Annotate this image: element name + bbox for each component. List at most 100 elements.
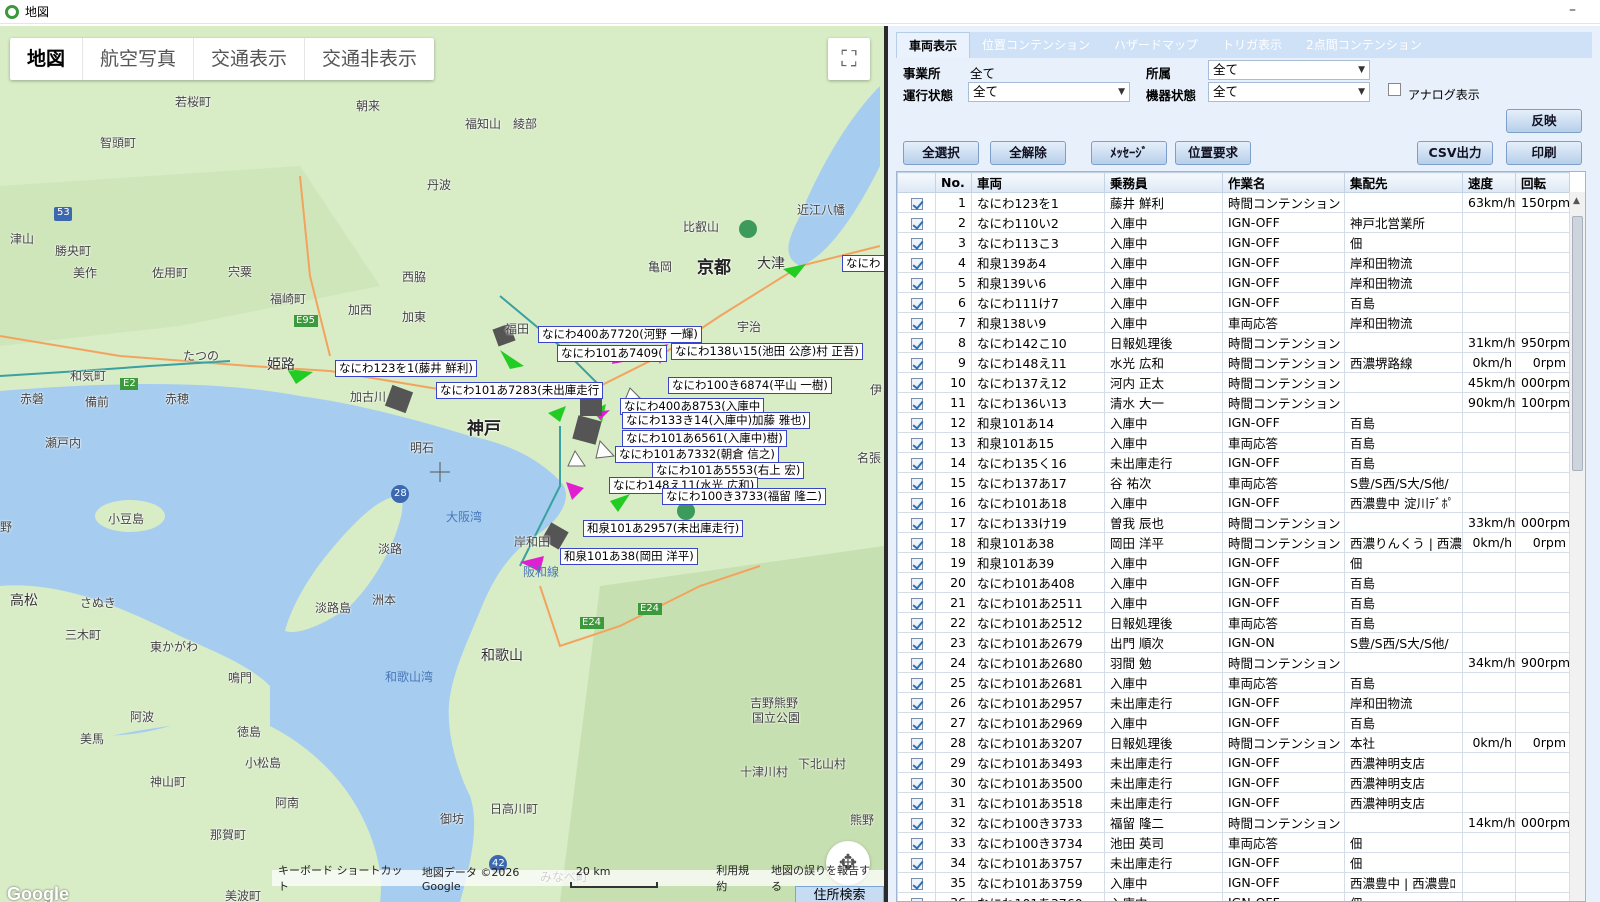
checkbox-icon[interactable] <box>910 597 923 610</box>
table-row[interactable]: 33 なにわ100き3734 池田 英司 車両応答佃 <box>897 832 1570 853</box>
keyboard-shortcut-link[interactable]: キーボード ショートカット <box>272 862 416 894</box>
checkbox-icon[interactable] <box>910 237 923 250</box>
checkbox-icon[interactable] <box>910 377 923 390</box>
row-checkbox-cell[interactable] <box>897 632 936 653</box>
tab-aerial[interactable]: 航空写真 <box>83 38 195 80</box>
row-checkbox-cell[interactable] <box>897 552 936 573</box>
checkbox-icon[interactable] <box>910 337 923 350</box>
checkbox-icon[interactable] <box>910 317 923 330</box>
row-checkbox-cell[interactable] <box>897 452 936 473</box>
tab-position-contention[interactable]: 位置コンテンション <box>970 32 1102 58</box>
analog-checkbox[interactable] <box>1388 83 1401 96</box>
terms-link[interactable]: 利用規約 <box>710 862 765 894</box>
row-checkbox-cell[interactable] <box>897 832 936 853</box>
checkbox-icon[interactable] <box>910 797 923 810</box>
table-row[interactable]: 13 和泉101あ15 入庫中 車両応答 百島 <box>897 432 1570 453</box>
row-checkbox-cell[interactable] <box>897 532 936 553</box>
row-checkbox-cell[interactable] <box>897 672 936 693</box>
row-checkbox-cell[interactable] <box>897 492 936 513</box>
grid-scrollbar[interactable]: ▲ <box>1569 192 1585 901</box>
table-row[interactable]: 31 なにわ101あ3518 未出庫走行 IGN-OFF 西濃神明支店 <box>897 792 1570 813</box>
tab-traffic-show[interactable]: 交通表示 <box>194 38 306 80</box>
row-checkbox-cell[interactable] <box>897 752 936 773</box>
vehicle-map-label[interactable]: なにわ101あ6561(入庫中)樹) <box>622 430 787 447</box>
table-row[interactable]: 17 なにわ133け19 曽我 辰也 時間コンテンション 33km/h 000rpm <box>897 512 1570 533</box>
row-checkbox-cell[interactable] <box>897 792 936 813</box>
row-checkbox-cell[interactable] <box>897 612 936 633</box>
row-checkbox-cell[interactable] <box>897 652 936 673</box>
vehicle-map-label[interactable]: なにわ <box>842 255 884 272</box>
table-row[interactable]: 22 なにわ101あ2512 日報処理後 車両応答 百島 <box>897 612 1570 633</box>
vehicle-map-label[interactable]: 和泉101あ38(岡田 洋平) <box>560 548 698 565</box>
checkbox-icon[interactable] <box>910 717 923 730</box>
table-row[interactable]: 2 なにわ110い2 入庫中 IGN-OFF 神戸北営業所 <box>897 212 1570 233</box>
col-destination[interactable]: 集配先 <box>1344 172 1463 193</box>
checkbox-icon[interactable] <box>910 477 923 490</box>
address-search-button[interactable]: 住所検索 <box>795 886 884 902</box>
checkbox-icon[interactable] <box>910 257 923 270</box>
select-all-button[interactable]: 全選択 <box>903 141 979 165</box>
checkbox-icon[interactable] <box>910 637 923 650</box>
table-row[interactable]: 16 なにわ101あ18 入庫中 IGN-OFF 西濃豊中 淀川ﾃﾞﾎﾟ <box>897 492 1570 513</box>
row-checkbox-cell[interactable] <box>897 472 936 493</box>
map-view[interactable]: 53 E95 E2 28 E24 E24 42 若桜町 朝来 智頭町 福知山 綾部 丹波津… <box>0 26 884 902</box>
position-request-button[interactable]: 位置要求 <box>1175 141 1251 165</box>
table-row[interactable]: 29 なにわ101あ3493 未出庫走行 IGN-OFF 西濃神明支店 <box>897 752 1570 773</box>
col-no[interactable]: No. <box>935 172 972 193</box>
table-row[interactable]: 11 なにわ136い13 清水 大一 時間コンテンション 90km/h 100rpm <box>897 392 1570 413</box>
checkbox-icon[interactable] <box>910 817 923 830</box>
table-row[interactable]: 5 和泉139い6 入庫中 IGN-OFF 岸和田物流 <box>897 272 1570 293</box>
row-checkbox-cell[interactable] <box>897 332 936 353</box>
checkbox-icon[interactable] <box>910 777 923 790</box>
table-row[interactable]: 26 なにわ101あ2957 未出庫走行 IGN-OFF 岸和田物流 <box>897 692 1570 713</box>
row-checkbox-cell[interactable] <box>897 712 936 733</box>
scroll-up-icon[interactable]: ▲ <box>1573 196 1580 206</box>
vehicle-map-label[interactable]: なにわ133き14(入庫中)加藤 雅也) <box>622 412 811 429</box>
checkbox-icon[interactable] <box>910 657 923 670</box>
col-check[interactable] <box>897 172 936 193</box>
reflect-button[interactable]: 反映 <box>1506 109 1582 133</box>
row-checkbox-cell[interactable] <box>897 212 936 233</box>
checkbox-icon[interactable] <box>910 557 923 570</box>
col-driver[interactable]: 乗務員 <box>1104 172 1223 193</box>
vehicle-map-label[interactable]: 和泉101あ2957(未出庫走行) <box>583 520 744 537</box>
table-row[interactable]: 7 和泉138い9 入庫中 車両応答 岸和田物流 <box>897 312 1570 333</box>
table-row[interactable]: 25 なにわ101あ2681 入庫中 車両応答 百島 <box>897 672 1570 693</box>
row-checkbox-cell[interactable] <box>897 272 936 293</box>
table-row[interactable]: 14 なにわ135く16 未出庫走行 IGN-OFF 百島 <box>897 452 1570 473</box>
table-row[interactable]: 27 なにわ101あ2969 入庫中 IGN-OFF 百島 <box>897 712 1570 733</box>
table-row[interactable]: 32 なにわ100き3733 福留 隆二 時間コンテンション 14km/h 000rpm <box>897 812 1570 833</box>
checkbox-icon[interactable] <box>910 217 923 230</box>
table-row[interactable]: 4 和泉139あ4 入庫中 IGN-OFF 岸和田物流 <box>897 252 1570 273</box>
checkbox-icon[interactable] <box>910 877 923 890</box>
checkbox-icon[interactable] <box>910 737 923 750</box>
table-row[interactable]: 9 なにわ148え11 水光 広和 時間コンテンション 西濃堺路線 0km/h 0rpm <box>897 352 1570 373</box>
tab-two-point-contention[interactable]: 2点間コンテンション <box>1294 32 1434 58</box>
checkbox-icon[interactable] <box>910 677 923 690</box>
table-row[interactable]: 30 なにわ101あ3500 未出庫走行 IGN-OFF 西濃神明支店 <box>897 772 1570 793</box>
row-checkbox-cell[interactable] <box>897 852 936 873</box>
checkbox-icon[interactable] <box>910 417 923 430</box>
checkbox-icon[interactable] <box>910 277 923 290</box>
col-task[interactable]: 作業名 <box>1222 172 1345 193</box>
table-row[interactable]: 28 なにわ101あ3207 日報処理後 時間コンテンション 本社 0km/h 0rpm <box>897 732 1570 753</box>
table-row[interactable]: 8 なにわ142こ10 日報処理後 時間コンテンション 31km/h 950rpm <box>897 332 1570 353</box>
col-vehicle[interactable]: 車両 <box>971 172 1105 193</box>
table-row[interactable]: 1 なにわ123を1 藤井 鮮利 時間コンテンション 63km/h 150rpm <box>897 192 1570 213</box>
table-row[interactable]: 20 なにわ101あ408 入庫中 IGN-OFF 百島 <box>897 572 1570 593</box>
checkbox-icon[interactable] <box>910 297 923 310</box>
table-row[interactable]: 18 和泉101あ38 岡田 洋平 時間コンテンション 西濃りんくう | 西濃ﾘ 0km/… <box>897 532 1570 553</box>
table-row[interactable]: 23 なにわ101あ2679 出門 順次 IGN-ON S豊/S西/S大/S他/ <box>897 632 1570 653</box>
checkbox-icon[interactable] <box>910 757 923 770</box>
csv-export-button[interactable]: CSV出力 <box>1417 141 1493 165</box>
deselect-all-button[interactable]: 全解除 <box>990 141 1066 165</box>
checkbox-icon[interactable] <box>910 897 923 901</box>
row-checkbox-cell[interactable] <box>897 412 936 433</box>
scroll-thumb[interactable] <box>1572 216 1583 471</box>
message-button[interactable]: ﾒｯｾｰｼﾞ <box>1091 141 1167 165</box>
minimize-button[interactable]: – <box>1569 2 1576 18</box>
print-button[interactable]: 印刷 <box>1506 141 1582 165</box>
table-row[interactable]: 19 和泉101あ39 入庫中 IGN-OFF 佃 <box>897 552 1570 573</box>
row-checkbox-cell[interactable] <box>897 232 936 253</box>
table-row[interactable]: 15 なにわ137あ17 谷 祐次 車両応答 S豊/S西/S大/S他/ <box>897 472 1570 493</box>
